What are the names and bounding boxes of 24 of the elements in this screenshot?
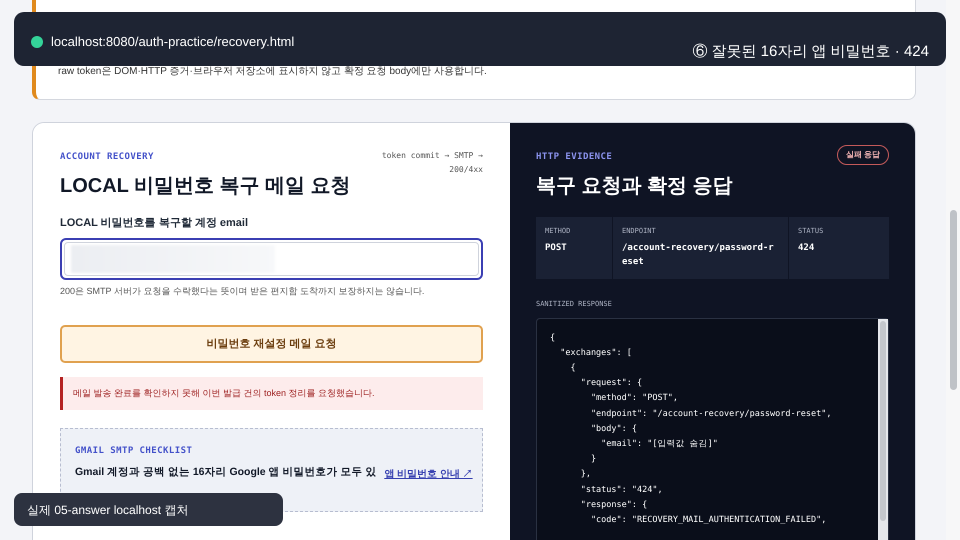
section-eyebrow: HTTP EVIDENCE (536, 151, 612, 164)
flow-caption: token commit → SMTP → 200/4xx (380, 150, 483, 176)
email-label: LOCAL 비밀번호를 복구할 계정 email (60, 216, 250, 231)
app-password-link[interactable]: 앱 비밀번호 안내 ↗ (384, 466, 473, 482)
token-note: raw token은 DOM·HTTP 증거·브라우저 저장소에 표시하지 않고 확정 요청 body에만 사용합니다. (58, 65, 487, 79)
submit-button[interactable]: 비밀번호 재설정 메일 요청 (60, 325, 483, 363)
code-scrollbar[interactable] (878, 318, 888, 540)
response-json: { "exchanges": [ { "request": { "method": "POST", "endpoint": "/account-recovery/password-reset", "body": { "email": "[입력값 숨김]" } }, "status": "424", "response": { "code": "RECOVERY_MAIL_AUTHENTICATION_FAILED", (549, 332, 832, 527)
page-scrollbar[interactable] (946, 0, 960, 540)
scenario-caption: ⑥ 잘못된 16자리 앱 비밀번호 · 424 (692, 42, 929, 62)
checklist-text: Gmail 계정과 공백 없는 16자리 Google 앱 비밀번호가 모두 있 (75, 464, 376, 480)
section-eyebrow: ACCOUNT RECOVERY (60, 151, 154, 164)
field-value: /account-recovery/password-reset (622, 242, 775, 268)
field-value: POST (545, 242, 568, 254)
caption-text: 실제 05-answer localhost 캡처 (27, 502, 188, 518)
evidence-title: 복구 요청과 확정 응답 (536, 174, 734, 199)
checklist-eyebrow: GMAIL SMTP CHECKLIST (75, 445, 194, 458)
error-alert: 메일 발송 완료를 확인하지 못해 이번 발급 건의 token 정리를 요청했습니다. (60, 377, 483, 410)
page-url: localhost:8080/auth-practice/recovery.html (51, 33, 294, 51)
help-text: 200은 SMTP 서버가 요청을 수락했다는 뜻이며 받은 편지함 도착까지 보장하지는 않습니다. (60, 284, 426, 298)
form-title: LOCAL 비밀번호 복구 메일 요청 (60, 174, 352, 199)
email-input[interactable] (60, 238, 483, 280)
field-value: 424 (798, 242, 816, 254)
failure-badge: 실패 응답 (836, 145, 889, 165)
